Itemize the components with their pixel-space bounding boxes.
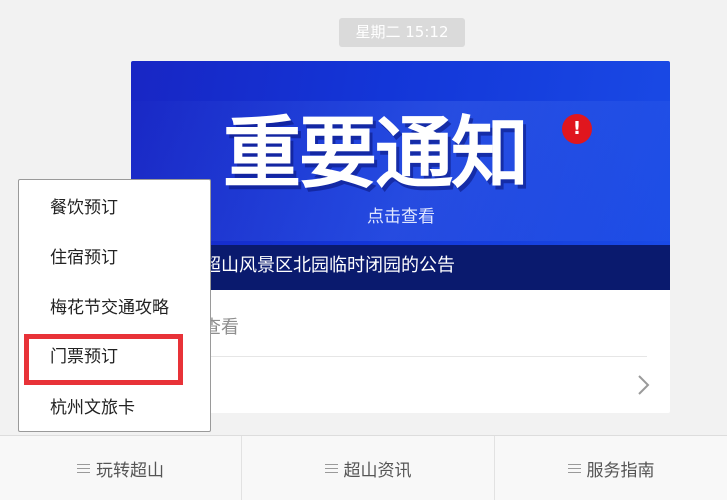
alert-badge-icon: ! (562, 114, 592, 144)
bottom-menu-bar: 玩转超山 超山资讯 服务指南 (0, 435, 727, 500)
menu-item-lodging[interactable]: 住宿预订 (50, 243, 118, 273)
chat-timestamp: 星期二 15:12 (339, 18, 465, 47)
menu-item-dining[interactable]: 餐饮预订 (50, 193, 118, 223)
footer-tab-label: 超山资讯 (343, 460, 412, 481)
footer-tab-chaoshan-news[interactable]: 超山资讯 (242, 436, 494, 500)
banner-caption-bar: 超山风景区北园临时闭园的公告 (131, 245, 670, 290)
footer-tab-label: 服务指南 (586, 460, 655, 481)
chevron-right-icon[interactable] (631, 373, 655, 397)
banner-headline: 重要通知 (223, 109, 529, 199)
card-divider (203, 356, 647, 357)
menu-item-plum-festival-transport[interactable]: 梅花节交通攻略 (50, 293, 169, 323)
article-title[interactable]: 超山风景区北园临时闭园的公告 (203, 245, 455, 290)
footer-popup-menu: 餐饮预订 住宿预订 梅花节交通攻略 门票预订 杭州文旅卡 (18, 179, 211, 432)
menu-lines-icon (77, 463, 90, 474)
menu-item-hangzhou-travel-card[interactable]: 杭州文旅卡 (50, 393, 135, 423)
article-card[interactable]: 重要通知 ! 点击查看 超山风景区北园临时闭园的公告 查看 (131, 61, 670, 413)
notice-banner[interactable]: 重要通知 ! 点击查看 超山风景区北园临时闭园的公告 (131, 61, 670, 290)
banner-subtitle: 点击查看 (367, 207, 435, 227)
footer-tab-label: 玩转超山 (96, 460, 164, 481)
footer-tab-play-chaoshan[interactable]: 玩转超山 (0, 436, 241, 500)
footer-tab-service-guide[interactable]: 服务指南 (495, 436, 727, 500)
highlight-box (24, 334, 183, 385)
menu-lines-icon (324, 463, 338, 474)
menu-lines-icon (567, 463, 581, 474)
